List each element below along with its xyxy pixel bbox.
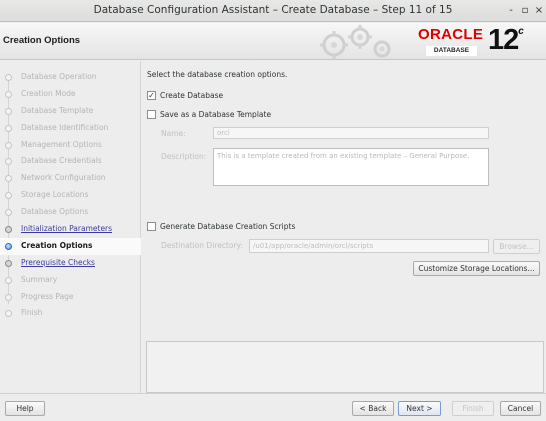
step-status-icon — [5, 90, 12, 98]
sidebar-step-database-operation: Database Operation — [0, 69, 141, 86]
sidebar-step-label: Creation Mode — [21, 88, 76, 98]
oracle-wordmark: ORACLE — [418, 26, 484, 43]
sidebar-step-label: Database Credentials — [21, 156, 102, 166]
sidebar-step-database-credentials: Database Credentials — [0, 153, 141, 170]
sidebar-step-database-options: Database Options — [0, 204, 141, 221]
minimize-icon[interactable]: - — [504, 4, 518, 18]
sidebar-step-label: Database Template — [21, 105, 94, 115]
cancel-button[interactable]: Cancel — [500, 401, 541, 416]
step-status-icon — [5, 107, 12, 115]
save-template-label[interactable]: Save as a Database Template — [160, 110, 271, 119]
browse-button[interactable]: Browse... — [493, 239, 540, 254]
sidebar-step-label: Storage Locations — [21, 190, 89, 200]
sidebar-step-label: Database Identification — [21, 122, 109, 132]
sidebar-step-database-template: Database Template — [0, 103, 141, 120]
step-status-icon — [5, 242, 12, 250]
save-template-checkbox[interactable] — [147, 110, 156, 119]
step-status-icon — [5, 276, 12, 284]
page-header: Creation Options ORACLE DATABASE 12c — [0, 23, 546, 60]
close-icon[interactable]: × — [532, 4, 546, 18]
sidebar-step-network-configuration: Network Configuration — [0, 170, 141, 187]
generate-scripts-label[interactable]: Generate Database Creation Scripts — [160, 222, 295, 231]
sidebar-step-progress-page: Progress Page — [0, 289, 141, 306]
create-database-checkbox[interactable]: ✓ — [147, 91, 156, 100]
main-panel: Select the database creation options. ✓ … — [142, 61, 546, 393]
sidebar-step-label: Creation Options — [21, 240, 93, 250]
finish-button[interactable]: Finish — [452, 401, 494, 416]
sidebar-step-label: Summary — [21, 274, 58, 284]
sidebar-step-creation-mode: Creation Mode — [0, 86, 141, 103]
window-title-bar: Database Configuration Assistant – Creat… — [0, 0, 546, 22]
sidebar-step-label: Database Options — [21, 207, 89, 217]
next-button[interactable]: Next > — [398, 401, 441, 416]
page-title: Creation Options — [3, 35, 81, 46]
version-number: 12 — [488, 24, 519, 56]
help-button[interactable]: Help — [5, 401, 45, 416]
step-status-icon — [5, 175, 12, 183]
customize-storage-button[interactable]: Customize Storage Locations... — [413, 261, 540, 276]
step-status-icon — [5, 209, 12, 217]
footer-bar: Help < Back Next > Finish Cancel — [0, 393, 546, 421]
step-status-icon — [5, 158, 12, 166]
sidebar-step-label: Database Operation — [21, 72, 97, 81]
sidebar-step-label: Progress Page — [21, 291, 74, 301]
template-name-input[interactable]: orcl — [213, 127, 489, 139]
template-description-textarea[interactable]: This is a template created from an exist… — [213, 148, 489, 186]
sidebar-step-storage-locations: Storage Locations — [0, 187, 141, 204]
oracle-logo: ORACLE DATABASE — [416, 25, 484, 58]
step-status-icon — [5, 124, 12, 132]
sidebar-step-initialization-parameters[interactable]: Initialization Parameters — [0, 221, 141, 238]
generate-scripts-checkbox[interactable] — [147, 222, 156, 231]
template-name-label: Name: — [161, 129, 186, 138]
sidebar-step-management-options: Management Options — [0, 137, 141, 154]
step-status-icon — [5, 259, 12, 267]
version-logo: 12c — [488, 24, 524, 57]
step-status-icon — [5, 74, 12, 81]
steps-sidebar: Database Operation Creation Mode Database … — [0, 61, 141, 393]
step-status-icon — [5, 226, 12, 234]
sidebar-step-label: Prerequisite Checks — [21, 257, 95, 267]
sidebar-step-label: Management Options — [21, 139, 102, 149]
gears-icon — [320, 25, 391, 59]
create-database-label[interactable]: Create Database — [160, 91, 223, 100]
template-description-label: Description: — [161, 152, 207, 161]
destination-directory-label: Destination Directory: — [161, 241, 243, 250]
steps-list: Database Operation Creation Mode Database … — [0, 69, 141, 322]
back-button[interactable]: < Back — [352, 401, 394, 416]
window-title: Database Configuration Assistant – Creat… — [93, 4, 453, 16]
sidebar-step-finish: Finish — [0, 305, 141, 322]
database-wordmark: DATABASE — [426, 46, 477, 56]
step-status-icon — [5, 293, 12, 301]
sidebar-step-summary: Summary — [0, 272, 141, 289]
step-status-icon — [5, 192, 12, 200]
sidebar-step-label: Finish — [21, 308, 43, 318]
step-status-icon — [5, 141, 12, 149]
sidebar-step-label: Initialization Parameters — [21, 224, 113, 234]
messages-panel — [146, 341, 544, 393]
step-status-icon — [5, 310, 12, 318]
sidebar-step-database-identification: Database Identification — [0, 120, 141, 137]
version-suffix: c — [518, 26, 523, 37]
destination-directory-input[interactable]: /u01/app/oracle/admin/orcl/scripts — [249, 239, 489, 253]
sidebar-step-label: Network Configuration — [21, 173, 106, 183]
sidebar-step-prerequisite-checks[interactable]: Prerequisite Checks — [0, 255, 141, 272]
sidebar-step-creation-options[interactable]: Creation Options — [0, 237, 141, 255]
maximize-icon[interactable]: ▫ — [518, 4, 532, 18]
instructions-text: Select the database creation options. — [147, 70, 288, 79]
